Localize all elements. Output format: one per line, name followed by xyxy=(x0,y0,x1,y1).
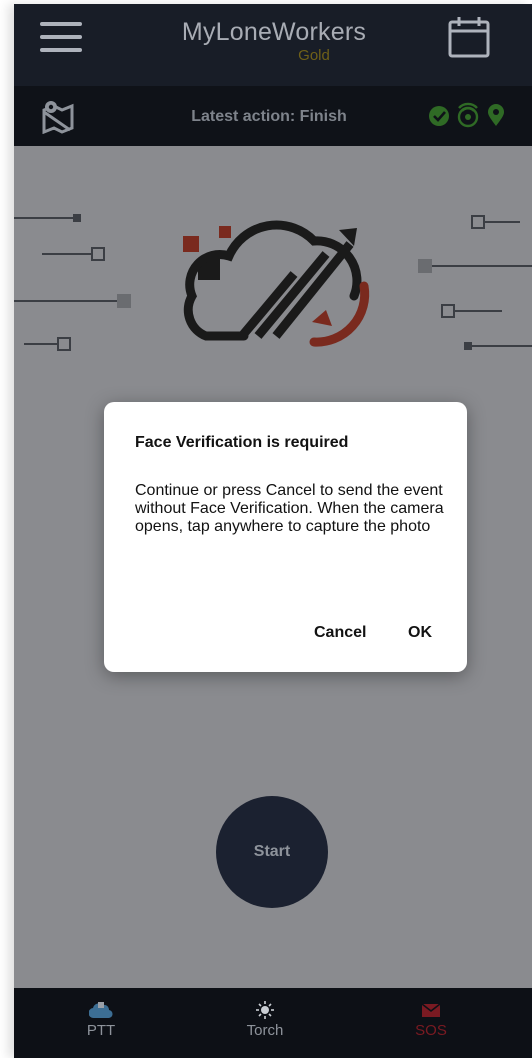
sun-icon xyxy=(256,1001,274,1019)
app-screen: MyLoneWorkers Gold Latest action: Finish xyxy=(14,4,532,1058)
calendar-icon[interactable] xyxy=(446,14,492,60)
dialog-message: Continue or press Cancel to send the eve… xyxy=(135,482,444,535)
nav-label-torch: Torch xyxy=(246,1022,284,1039)
ok-button[interactable]: OK xyxy=(408,624,432,642)
location-pin-icon xyxy=(488,104,504,126)
nav-item-sos[interactable]: SOS xyxy=(386,1000,476,1039)
status-bar: Latest action: Finish xyxy=(14,86,532,146)
dialog-title: Face Verification is required xyxy=(135,434,349,451)
nav-item-torch[interactable]: Torch xyxy=(220,1000,310,1039)
app-tier-label: Gold xyxy=(298,47,330,64)
nav-item-ptt[interactable]: PTT xyxy=(56,1000,146,1039)
hamburger-menu-icon[interactable] xyxy=(40,20,84,54)
cloud-icon xyxy=(89,1002,113,1019)
map-location-icon[interactable] xyxy=(40,98,76,135)
cloud-logo xyxy=(183,220,370,347)
app-header: MyLoneWorkers Gold xyxy=(14,4,532,86)
latest-action-text: Latest action: Finish xyxy=(191,108,347,125)
cancel-button[interactable]: Cancel xyxy=(314,624,366,642)
nav-label-ptt: PTT xyxy=(86,1022,116,1039)
broadcast-icon xyxy=(457,102,479,128)
status-indicators xyxy=(426,102,516,130)
check-circle-icon xyxy=(429,106,449,126)
nav-label-sos: SOS xyxy=(415,1022,447,1039)
start-button[interactable]: Start xyxy=(216,796,328,908)
app-title: MyLoneWorkers xyxy=(181,18,367,46)
face-verification-dialog: Face Verification is required Continue o… xyxy=(104,402,467,672)
envelope-icon xyxy=(421,1003,441,1017)
bottom-nav: PTT Torch SOS xyxy=(14,988,532,1058)
